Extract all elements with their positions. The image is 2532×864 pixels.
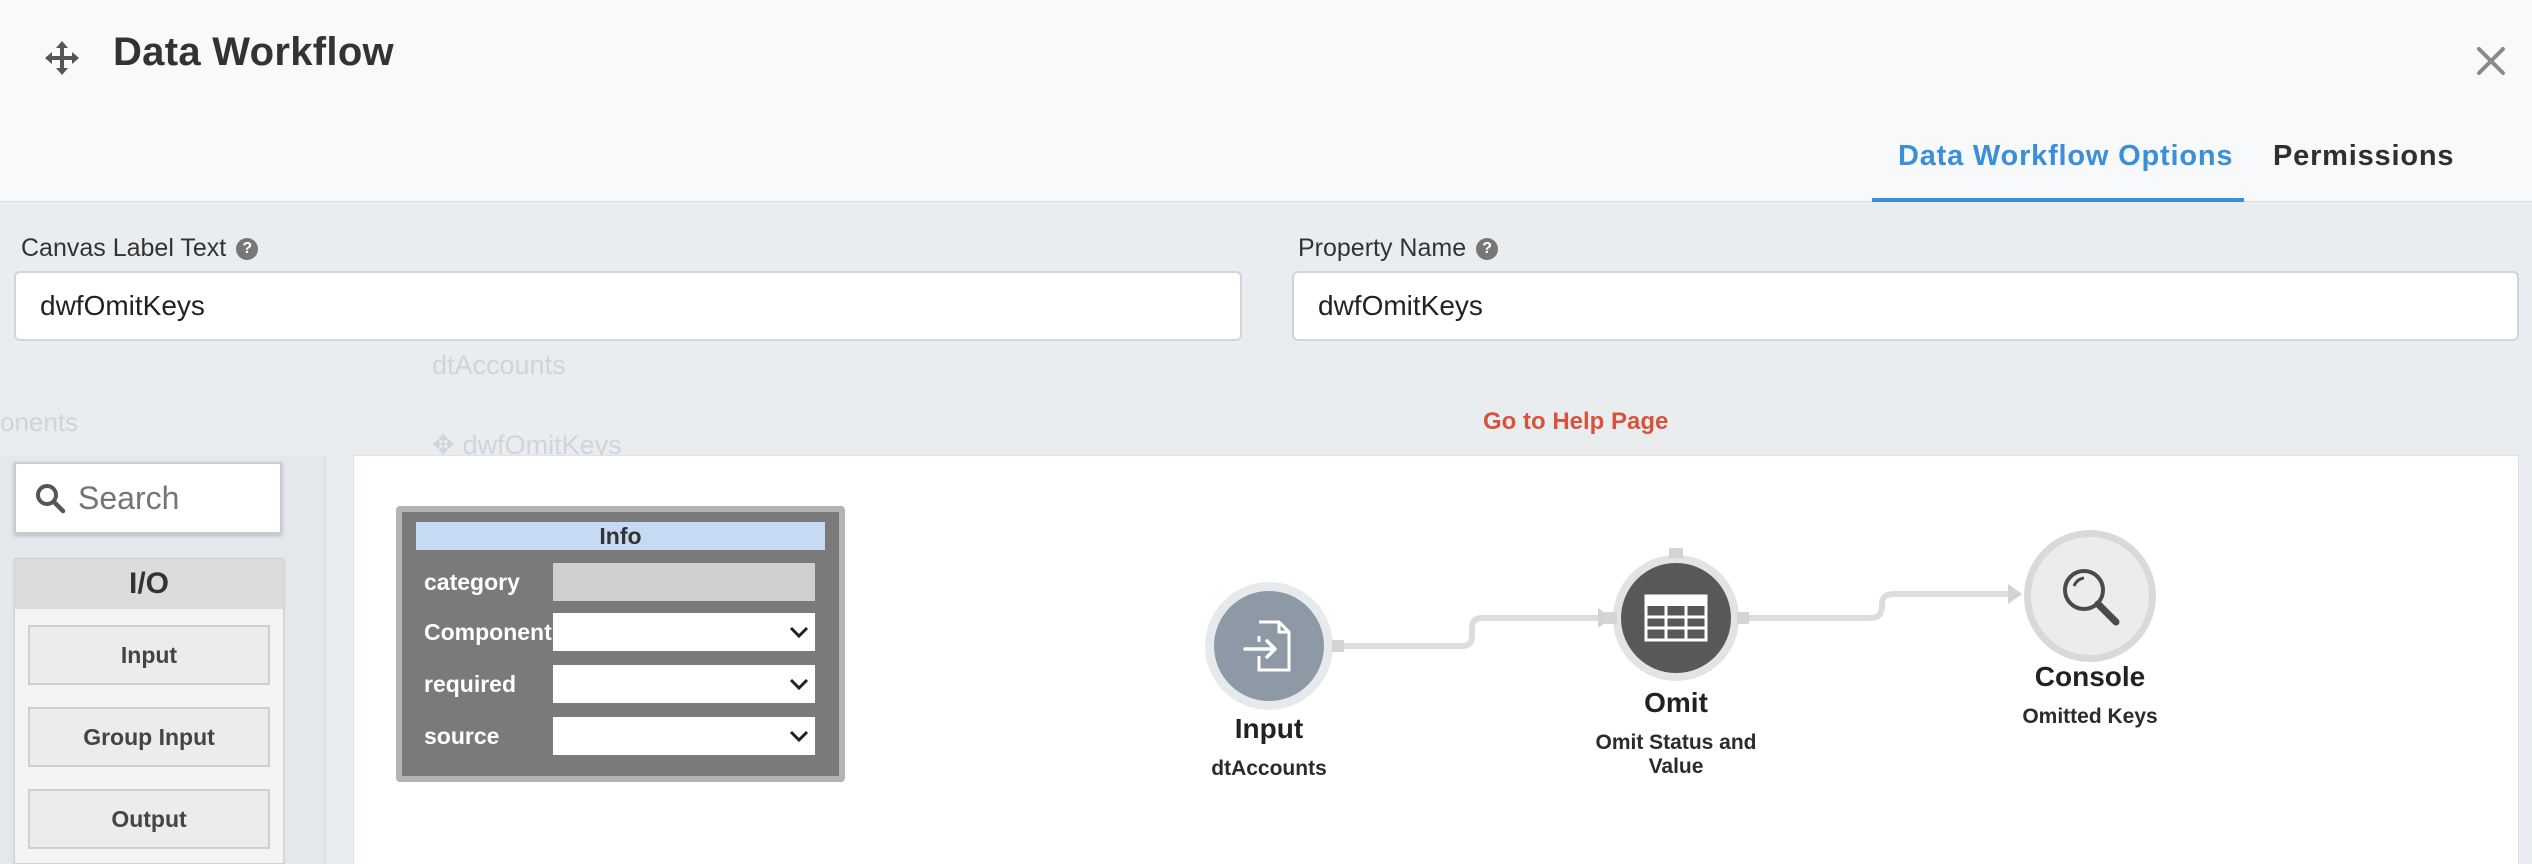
node-input[interactable] [1205,582,1333,710]
file-import-icon [1243,620,1291,672]
node-omit-disc [1621,563,1731,673]
connector-omit-to-console [1746,591,2010,621]
magnifier-icon [2063,569,2120,626]
node-omit-title: Omit [1644,687,1708,718]
node-omit-in-port[interactable] [1605,612,1617,624]
node-console-title: Console [2034,661,2146,692]
node-input-out-port[interactable] [1332,640,1344,652]
table-icon [1644,594,1708,642]
node-console-disc [2031,537,2149,655]
node-omit-out-port[interactable] [1737,612,1749,624]
node-input-disc [1214,591,1324,701]
node-input-subtitle: dtAccounts [1211,757,1327,780]
connector-input-to-omit [1338,615,1600,649]
node-omit-subtitle: Omit Status and Value [1595,731,1757,778]
node-console[interactable] [2024,530,2156,662]
node-omit[interactable] [1613,555,1739,681]
node-console-subtitle: Omitted Keys [2022,705,2158,728]
arrowhead-console [2008,584,2022,604]
node-input-title: Input [1234,713,1304,744]
node-omit-top-port[interactable] [1669,548,1683,558]
